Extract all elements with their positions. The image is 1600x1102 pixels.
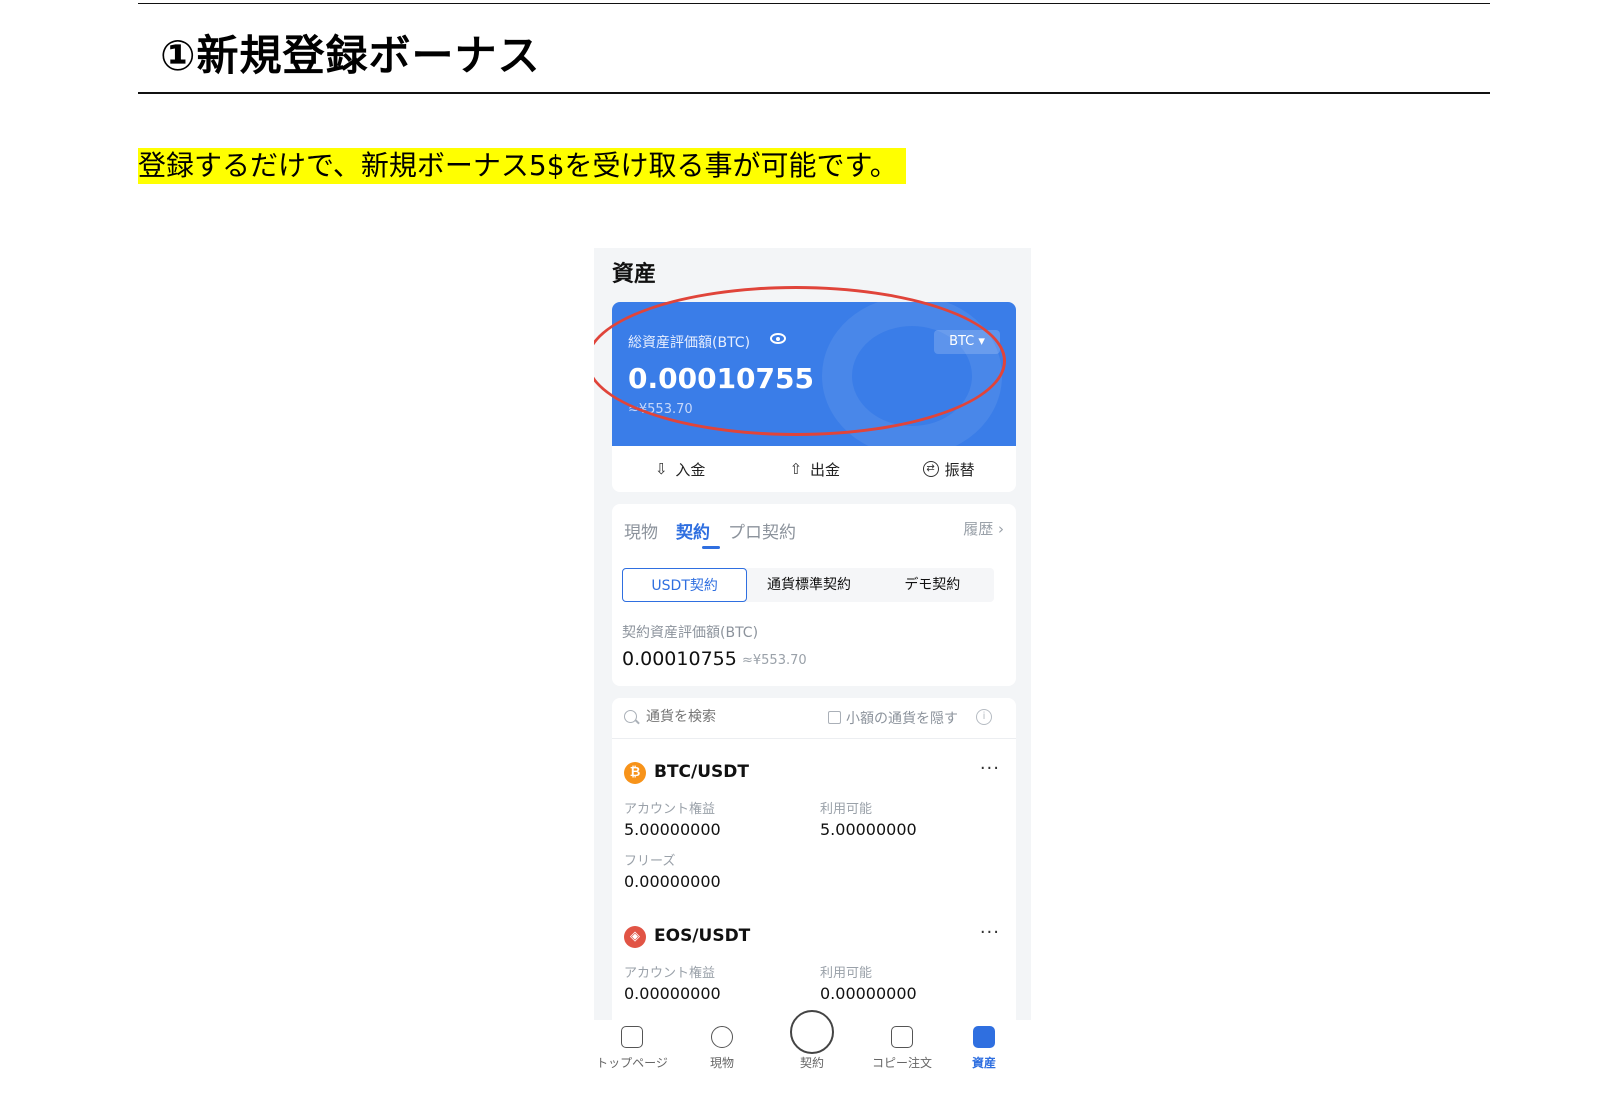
nav-assets[interactable]: 資産 xyxy=(944,1026,1024,1071)
segment-usdt-contract[interactable]: USDT契約 xyxy=(622,568,748,602)
hide-small-checkbox[interactable] xyxy=(828,711,841,724)
trend-chart-icon xyxy=(891,1026,913,1048)
nav-copy-trade[interactable]: コピー注文 xyxy=(862,1026,942,1071)
transfer-label: 振替 xyxy=(944,460,975,479)
contract-asset-fiat: ≈¥553.70 xyxy=(742,653,807,668)
frozen-label: フリーズ xyxy=(624,854,676,869)
withdraw-button[interactable]: ⇧ 出金 xyxy=(788,459,840,480)
btc-icon: ₿ xyxy=(624,762,646,784)
contract-asset-value: 0.00010755 xyxy=(622,648,737,670)
hide-small-label: 小額の通貨を隠す xyxy=(846,711,958,727)
contract-asset-label: 契約資産評価額(BTC) xyxy=(622,625,759,641)
wallet-icon xyxy=(973,1026,995,1048)
withdraw-icon: ⇧ xyxy=(789,460,803,478)
tab-contract[interactable]: 契約 xyxy=(676,518,710,543)
nav-home[interactable]: トップページ xyxy=(594,1026,672,1071)
coin-name: EOS/USDT xyxy=(654,926,751,946)
nav-label: トップページ xyxy=(596,1056,668,1070)
available-value: 5.00000000 xyxy=(820,820,917,839)
search-row: 小額の通貨を隠す i xyxy=(612,698,1016,739)
heading-rule xyxy=(138,92,1490,94)
nav-contract[interactable]: 契約 xyxy=(772,1010,852,1071)
frozen-value: 0.00000000 xyxy=(624,872,721,891)
more-icon[interactable]: ··· xyxy=(980,758,1000,779)
contract-doc-icon xyxy=(790,1010,834,1054)
search-icon xyxy=(624,710,637,723)
segment-coin-contract[interactable]: 通貨標準契約 xyxy=(747,568,870,602)
coin-name: BTC/USDT xyxy=(654,762,749,782)
top-rule xyxy=(138,3,1490,4)
equity-label: アカウント権益 xyxy=(624,966,716,981)
nav-label: 現物 xyxy=(709,1056,734,1070)
available-label: 利用可能 xyxy=(820,802,873,817)
active-tab-indicator xyxy=(702,546,720,549)
deposit-label: 入金 xyxy=(675,460,706,479)
transfer-icon: ⇄ xyxy=(922,461,939,477)
contract-panel: 現物 契約 プロ契約 履歴 › USDT契約 通貨標準契約 デモ契約 契約資産評… xyxy=(612,504,1016,686)
withdraw-label: 出金 xyxy=(809,460,840,479)
action-bar: ⇩ 入金 ⇧ 出金 ⇄ 振替 xyxy=(612,446,1016,492)
bottom-nav: トップページ 現物 契約 コピー注文 資産 xyxy=(594,1010,1031,1098)
search-input[interactable] xyxy=(644,708,798,726)
highlighted-intro-text: 登録するだけで、新規ボーナス5$を受け取る事が可能です。 xyxy=(138,148,906,184)
section-heading: ①新規登録ボーナス xyxy=(160,31,541,80)
tab-spot[interactable]: 現物 xyxy=(624,518,658,543)
deposit-icon: ⇩ xyxy=(655,460,668,478)
history-link[interactable]: 履歴 › xyxy=(963,518,1004,539)
equity-value: 5.00000000 xyxy=(624,820,721,839)
red-annotation-ellipse xyxy=(594,286,1006,436)
nav-label: コピー注文 xyxy=(871,1056,932,1070)
nav-label: 契約 xyxy=(799,1056,824,1070)
info-icon[interactable]: i xyxy=(976,709,992,725)
available-label: 利用可能 xyxy=(820,966,873,981)
contract-type-segment: USDT契約 通貨標準契約 デモ契約 xyxy=(622,568,994,602)
app-screenshot: 資産 総資産評価額(BTC) BTC ▾ 0.00010755 ≈¥553.70… xyxy=(594,248,1031,1098)
tab-pro-contract[interactable]: プロ契約 xyxy=(728,518,796,543)
chart-bars-icon xyxy=(621,1026,643,1048)
more-icon[interactable]: ··· xyxy=(980,922,1000,943)
list-item[interactable]: ₿ BTC/USDT ··· アカウント権益 5.00000000 利用可能 5… xyxy=(612,750,1016,910)
available-value: 0.00000000 xyxy=(820,984,917,1003)
deposit-button[interactable]: ⇩ 入金 xyxy=(653,459,705,480)
equity-value: 0.00000000 xyxy=(624,984,721,1003)
segment-demo-contract[interactable]: デモ契約 xyxy=(871,568,994,602)
nav-label: 資産 xyxy=(971,1056,996,1070)
equity-label: アカウント権益 xyxy=(624,802,716,817)
spot-icon xyxy=(711,1026,733,1048)
transfer-button[interactable]: ⇄ 振替 xyxy=(922,459,975,480)
nav-spot[interactable]: 現物 xyxy=(682,1026,762,1071)
eos-icon: ◈ xyxy=(624,926,646,948)
page-title: 資産 xyxy=(612,262,657,287)
